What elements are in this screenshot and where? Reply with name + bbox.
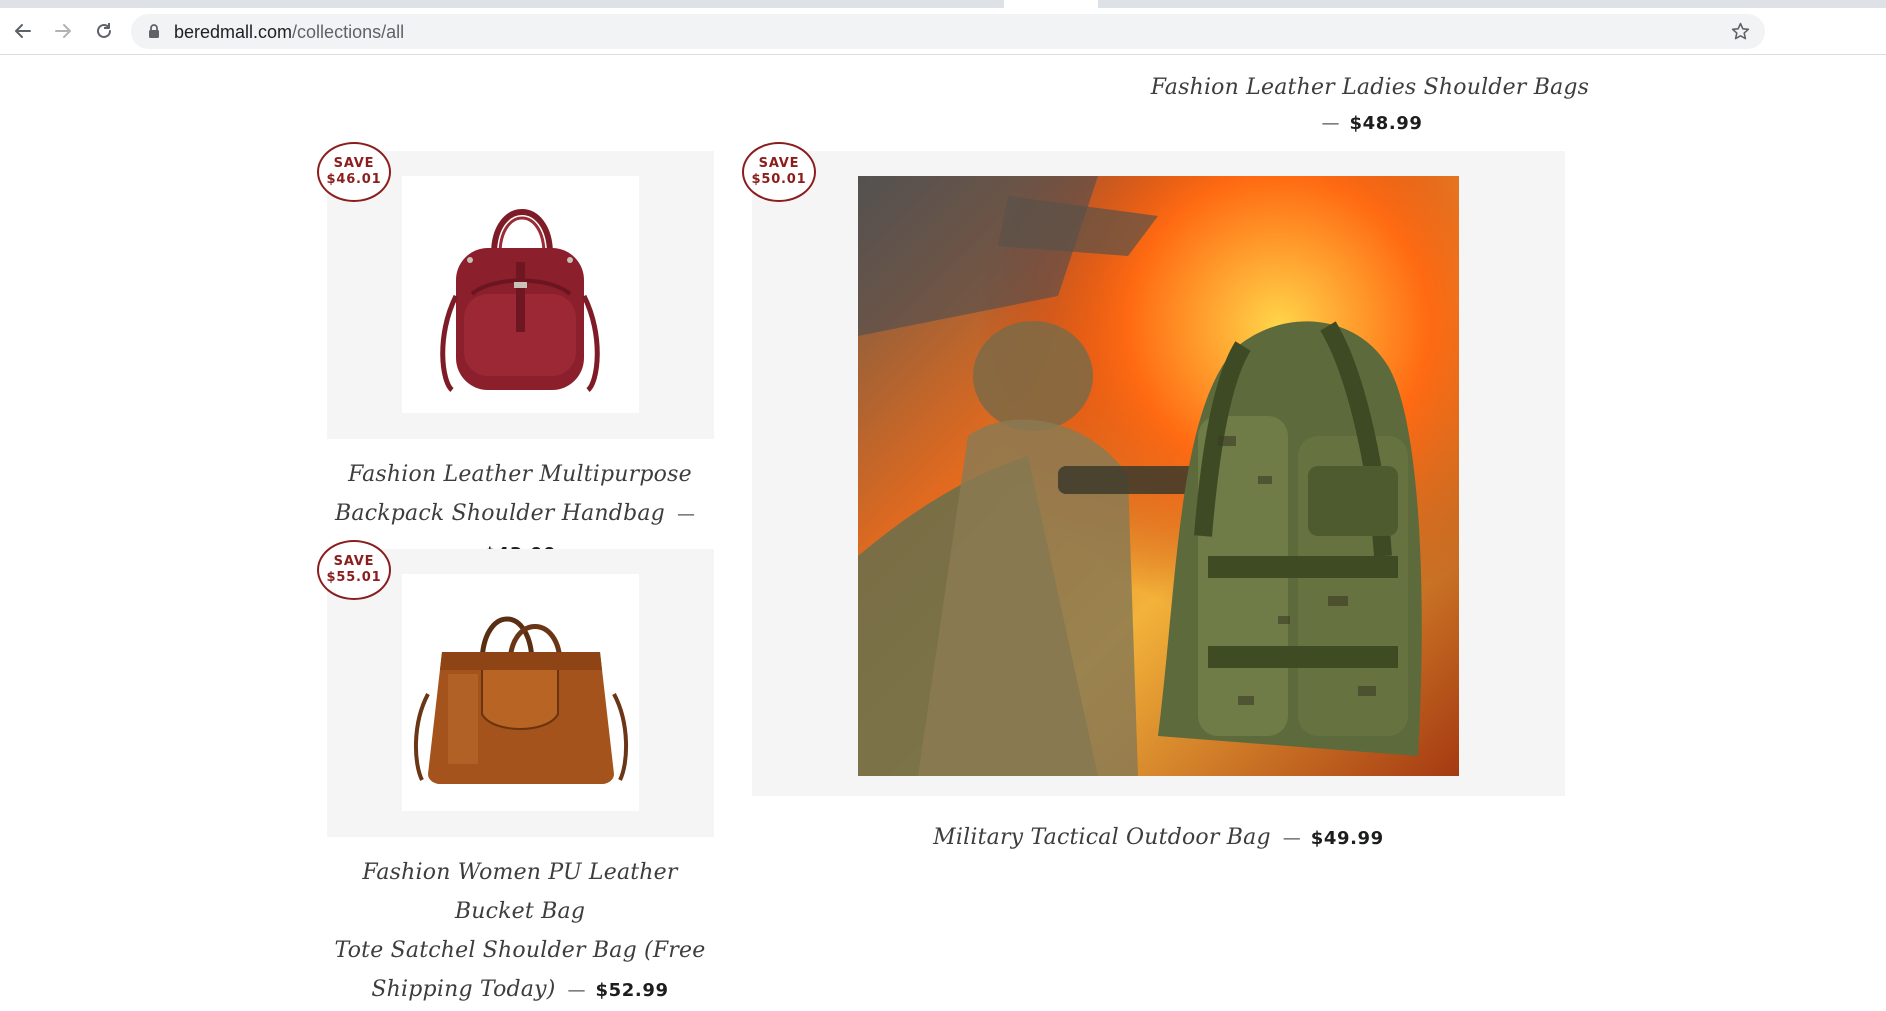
- product-price: $48.99: [1349, 113, 1423, 134]
- product-card-brown-tote[interactable]: [327, 549, 714, 837]
- reload-icon: [97, 23, 111, 38]
- product-price: $49.99: [1310, 828, 1384, 849]
- address-bar[interactable]: beredmall.com/collections/all: [131, 14, 1765, 49]
- arrow-left-icon: [15, 24, 31, 38]
- military-bag-image: [858, 176, 1459, 776]
- price-separator: —: [1282, 828, 1301, 849]
- brown-tote-image: [414, 616, 628, 784]
- product-info-military-bag[interactable]: Military Tactical Outdoor Bag — $49.99: [752, 818, 1565, 859]
- badge-label: SAVE: [333, 156, 375, 171]
- product-title[interactable]: Military Tactical Outdoor Bag: [933, 825, 1271, 850]
- product-card-military-bag[interactable]: [752, 151, 1565, 796]
- product-title-line[interactable]: Backpack Shoulder Handbag: [335, 501, 665, 526]
- price-separator: —: [567, 980, 586, 1001]
- reload-button[interactable]: [89, 16, 119, 46]
- browser-toolbar: beredmall.com/collections/all: [0, 8, 1886, 55]
- product-image-brown-tote[interactable]: [402, 574, 639, 811]
- tab-strip: [0, 0, 1886, 8]
- star-icon[interactable]: [1730, 21, 1751, 42]
- product-price: $52.99: [595, 980, 669, 1001]
- badge-label: SAVE: [333, 554, 375, 569]
- badge-amount: $46.01: [326, 172, 382, 187]
- active-tab[interactable]: [1004, 0, 1098, 8]
- product-grid: Fashion Leather Ladies Shoulder Bags — $4…: [0, 55, 1886, 1002]
- product-title-line[interactable]: Fashion Leather Multipurpose: [320, 455, 720, 494]
- badge-label: SAVE: [758, 156, 800, 171]
- url-text[interactable]: beredmall.com/collections/all: [174, 22, 404, 43]
- save-badge: SAVE $46.01: [317, 142, 391, 202]
- save-badge: SAVE $50.01: [742, 142, 816, 202]
- product-card-red-backpack[interactable]: [327, 151, 714, 439]
- product-info-brown-tote[interactable]: Fashion Women PU Leather Bucket Bag Tote…: [320, 853, 720, 1011]
- forward-button[interactable]: [48, 16, 78, 46]
- save-badge: SAVE $55.01: [317, 540, 391, 600]
- product-title-line[interactable]: Fashion Women PU Leather Bucket Bag: [320, 853, 720, 931]
- product-title-line[interactable]: Tote Satchel Shoulder Bag (Free: [320, 931, 720, 970]
- product-title[interactable]: Fashion Leather Ladies Shoulder Bags: [1120, 70, 1620, 106]
- url-host: beredmall.com: [174, 22, 293, 42]
- back-button[interactable]: [8, 16, 38, 46]
- badge-amount: $50.01: [751, 172, 807, 187]
- product-image-red-backpack[interactable]: [402, 176, 639, 413]
- price-separator: —: [676, 504, 695, 525]
- product-item-top[interactable]: Fashion Leather Ladies Shoulder Bags — $4…: [1120, 70, 1620, 143]
- red-backpack-image: [440, 209, 600, 392]
- badge-amount: $55.01: [326, 570, 382, 585]
- lock-icon: [149, 24, 159, 38]
- price-separator: —: [1321, 113, 1340, 134]
- product-title-line[interactable]: Shipping Today): [371, 977, 555, 1002]
- arrow-right-icon: [55, 24, 71, 38]
- url-path: /collections/all: [292, 22, 405, 42]
- product-image-military-bag[interactable]: [858, 176, 1459, 776]
